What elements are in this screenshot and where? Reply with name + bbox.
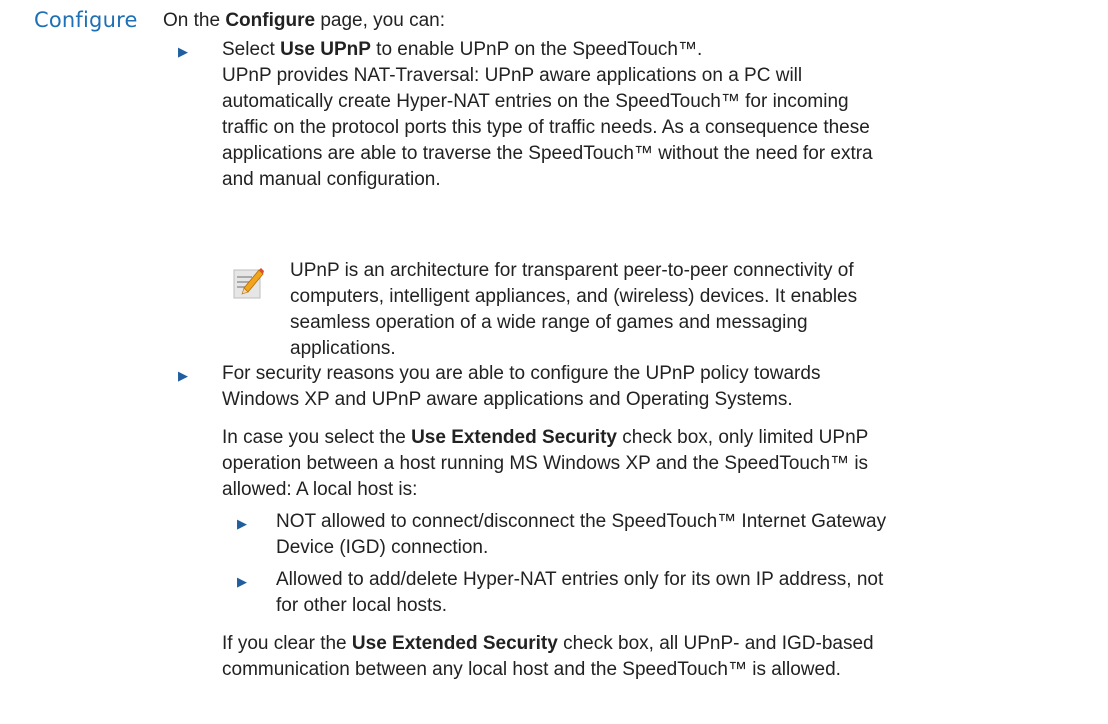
paragraph-line: applications.: [290, 338, 396, 359]
paragraph-line: Device (IGD) connection.: [276, 537, 489, 558]
sub-bullet-item-igd: NOT allowed to connect/disconnect the Sp…: [276, 509, 886, 561]
intro-text: On the Configure page, you can:: [163, 10, 445, 31]
paragraph-line: computers, intelligent appliances, and (…: [290, 286, 858, 307]
paragraph-line: operation between a host running MS Wind…: [222, 453, 869, 474]
paragraph-line: UPnP is an architecture for transparent …: [290, 260, 854, 281]
paragraph-line: applications are able to traverse the Sp…: [222, 143, 873, 164]
paragraph-line: and manual configuration.: [222, 169, 441, 190]
clear-security-paragraph: If you clear the Use Extended Security c…: [222, 631, 874, 683]
paragraph-line: Windows XP and UPnP aware applications a…: [222, 389, 793, 410]
bullet-icon: ▶: [178, 44, 188, 59]
bullet-icon: ▶: [178, 368, 188, 383]
paragraph-line: communication between any local host and…: [222, 659, 841, 680]
extended-security-paragraph: In case you select the Use Extended Secu…: [222, 425, 868, 503]
paragraph-line: UPnP provides NAT-Traversal: UPnP aware …: [222, 65, 803, 86]
bullet-item-use-upnp: Select Use UPnP to enable UPnP on the Sp…: [222, 37, 873, 193]
bullet-icon: ▶: [237, 516, 247, 531]
paragraph-line: For security reasons you are able to con…: [222, 363, 821, 384]
bullet-item-security: For security reasons you are able to con…: [222, 361, 820, 413]
paragraph-line: for other local hosts.: [276, 595, 448, 616]
note-text: UPnP is an architecture for transparent …: [290, 258, 857, 362]
paragraph-line: allowed: A local host is:: [222, 479, 418, 500]
bullet-icon: ▶: [237, 574, 247, 589]
sub-bullet-item-hyper-nat: Allowed to add/delete Hyper-NAT entries …: [276, 567, 883, 619]
note-pencil-icon: [233, 268, 264, 299]
paragraph-line: Allowed to add/delete Hyper-NAT entries …: [276, 569, 884, 590]
paragraph-line: seamless operation of a wide range of ga…: [290, 312, 808, 333]
paragraph-line: NOT allowed to connect/disconnect the Sp…: [276, 511, 887, 532]
paragraph-line: traffic on the protocol ports this type …: [222, 117, 870, 138]
paragraph-line: automatically create Hyper-NAT entries o…: [222, 91, 849, 112]
side-heading: Configure: [34, 8, 138, 32]
